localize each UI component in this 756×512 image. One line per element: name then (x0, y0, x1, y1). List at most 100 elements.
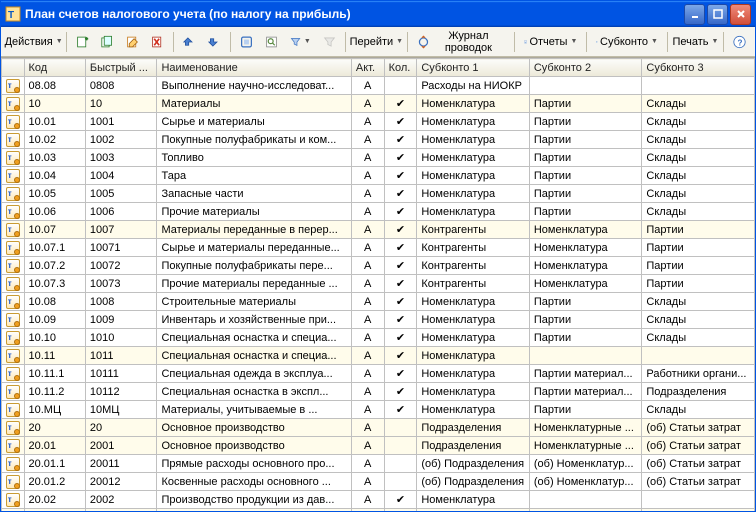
cell-code: 10.07.3 (24, 275, 85, 293)
cell-s3: Склады (642, 185, 755, 203)
close-button[interactable] (730, 4, 751, 25)
cell-kol: ✔ (384, 383, 417, 401)
cell-kol: ✔ (384, 257, 417, 275)
cell-akt: А (351, 239, 384, 257)
cell-kol: ✔ (384, 401, 417, 419)
goto-menu[interactable]: Перейти▼ (350, 31, 404, 53)
column-header[interactable]: Наименование (157, 59, 351, 77)
column-header[interactable]: Субконто 1 (417, 59, 530, 77)
table-row[interactable]: 08.080808Выполнение научно-исследоват...… (2, 77, 755, 95)
table-row[interactable]: 10.011001Сырье и материалыА✔Номенклатура… (2, 113, 755, 131)
column-header[interactable] (2, 59, 25, 77)
subkonto-menu[interactable]: Субконто▼ (591, 31, 663, 53)
table-row[interactable]: 20.01.220012Косвенные расходы основного … (2, 473, 755, 491)
table-row[interactable]: 10.07.310073Прочие материалы переданные … (2, 275, 755, 293)
table-row[interactable]: 10.081008Строительные материалыА✔Номенкл… (2, 293, 755, 311)
reports-menu[interactable]: Отчеты▼ (519, 31, 583, 53)
cell-name: Сырье и материалы (157, 113, 351, 131)
cell-name: Материалы, учитываемые в ... (157, 401, 351, 419)
cell-code: 10.01 (24, 113, 85, 131)
table-row[interactable]: 10.021002Покупные полуфабрикаты и ком...… (2, 131, 755, 149)
column-header[interactable]: Кол. (384, 59, 417, 77)
row-icon-cell (2, 167, 25, 185)
add-button[interactable] (71, 31, 94, 53)
cell-name: Покупные полуфабрикаты пере... (157, 257, 351, 275)
hierarchy-up-button[interactable] (178, 31, 201, 53)
cell-s2: Номенклатурные ... (529, 437, 642, 455)
cell-s2: Партии (529, 509, 642, 512)
table-row[interactable]: 10.11.210112Специальная оснастка в экспл… (2, 383, 755, 401)
hierarchy-down-button[interactable] (203, 31, 226, 53)
filter-button[interactable]: ▼ (285, 31, 316, 53)
cell-s1: (об) Подразделения (417, 473, 530, 491)
print-menu[interactable]: Печать▼ (672, 31, 719, 53)
column-header[interactable]: Акт. (351, 59, 384, 77)
cell-fast: 2002 (85, 491, 157, 509)
cell-kol: ✔ (384, 185, 417, 203)
cell-s3: Склады (642, 167, 755, 185)
cell-s1: Номенклатура (417, 329, 530, 347)
row-icon-cell (2, 419, 25, 437)
journal-button[interactable]: Журнал проводок (412, 31, 510, 53)
table-row[interactable]: 10.07.210072Покупные полуфабрикаты пере.… (2, 257, 755, 275)
table-row[interactable]: 1010МатериалыА✔НоменклатураПартииСклады (2, 95, 755, 113)
filter-off-button[interactable] (318, 31, 341, 53)
row-icon-cell (2, 239, 25, 257)
table-header[interactable]: КодБыстрый ...НаименованиеАкт.Кол.Субкон… (2, 59, 755, 77)
cell-fast: 20012 (85, 473, 157, 491)
cell-name: Специальная оснастка и специа... (157, 347, 351, 365)
cell-fast: 1008 (85, 293, 157, 311)
cell-s2: Партии материал... (529, 365, 642, 383)
table-row[interactable]: 10.041004ТараА✔НоменклатураПартииСклады (2, 167, 755, 185)
column-header[interactable]: Код (24, 59, 85, 77)
minimize-button[interactable] (684, 4, 705, 25)
table-row[interactable]: 20.022002Производство продукции из дав..… (2, 491, 755, 509)
table-row[interactable]: 10.051005Запасные частиА✔НоменклатураПар… (2, 185, 755, 203)
cell-akt: А (351, 203, 384, 221)
help-button[interactable]: ? (728, 31, 751, 53)
table-row[interactable]: 10.111011Специальная оснастка и специа..… (2, 347, 755, 365)
cell-name: Специальная оснастка и специа... (157, 329, 351, 347)
app-icon: T (5, 6, 21, 22)
cell-fast: 10111 (85, 365, 157, 383)
find-button[interactable] (260, 31, 283, 53)
cell-s1: Номенклатура (417, 311, 530, 329)
cell-fast: 1003 (85, 149, 157, 167)
cell-akt: А (351, 347, 384, 365)
cell-s3: Склады (642, 149, 755, 167)
cell-code: 10.09 (24, 311, 85, 329)
table-row[interactable]: 20.01.120011Прямые расходы основного про… (2, 455, 755, 473)
column-header[interactable]: Субконто 2 (529, 59, 642, 77)
table-row[interactable]: 10.07.110071Сырье и материалы переданные… (2, 239, 755, 257)
maximize-button[interactable] (707, 4, 728, 25)
add-copy-button[interactable] (96, 31, 119, 53)
actions-menu[interactable]: Действия▼ (5, 31, 62, 53)
table-row[interactable]: 20.012001Основное производствоАПодраздел… (2, 437, 755, 455)
table-row[interactable]: 10.031003ТопливоА✔НоменклатураПартииСкла… (2, 149, 755, 167)
cell-s2: Номенклатура (529, 257, 642, 275)
cell-s1: Номенклатура (417, 347, 530, 365)
cell-s3: Склады (642, 293, 755, 311)
table-row[interactable]: 2121Полуфабрикаты собственного п...А✔Ном… (2, 509, 755, 512)
delete-button[interactable] (146, 31, 169, 53)
cell-fast: 0808 (85, 77, 157, 95)
edit-button[interactable] (121, 31, 144, 53)
table-row[interactable]: 10.071007Материалы переданные в перер...… (2, 221, 755, 239)
cell-akt: А (351, 437, 384, 455)
column-header[interactable]: Быстрый ... (85, 59, 157, 77)
cell-name: Прямые расходы основного про... (157, 455, 351, 473)
table-row[interactable]: 2020Основное производствоАПодразделенияН… (2, 419, 755, 437)
cell-s1: Номенклатура (417, 293, 530, 311)
table-row[interactable]: 10.091009Инвентарь и хозяйственные при..… (2, 311, 755, 329)
table-row[interactable]: 10.11.110111Специальная одежда в эксплуа… (2, 365, 755, 383)
table-row[interactable]: 10.МЦ10МЦМатериалы, учитываемые в ...А✔Н… (2, 401, 755, 419)
grid[interactable]: КодБыстрый ...НаименованиеАкт.Кол.Субкон… (1, 57, 755, 511)
cell-s3: Склады (642, 203, 755, 221)
table-row[interactable]: 10.061006Прочие материалыА✔НоменклатураП… (2, 203, 755, 221)
cell-s3: (об) Статьи затрат (642, 455, 755, 473)
table-row[interactable]: 10.101010Специальная оснастка и специа..… (2, 329, 755, 347)
cell-code: 10.07.1 (24, 239, 85, 257)
refresh-button[interactable] (235, 31, 258, 53)
column-header[interactable]: Субконто 3 (642, 59, 755, 77)
cell-akt: А (351, 509, 384, 512)
